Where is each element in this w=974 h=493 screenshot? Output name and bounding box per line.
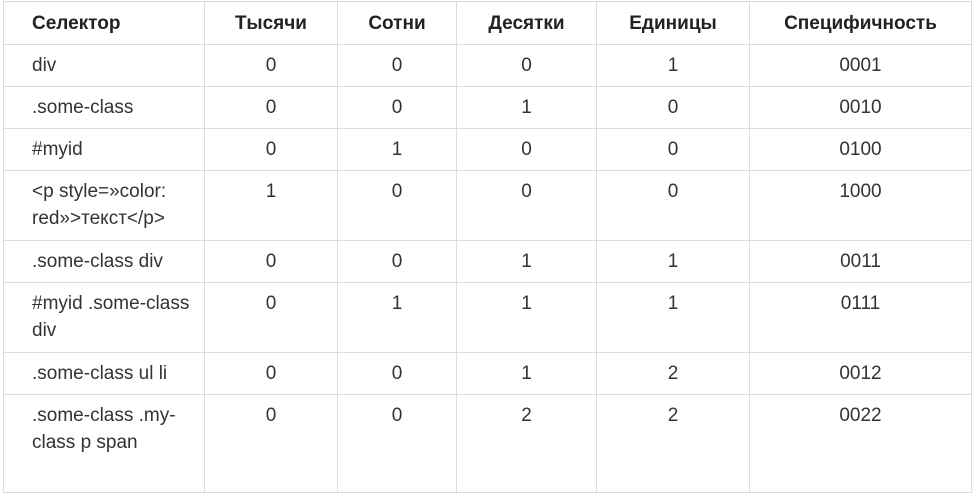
cell-units: 2 (596, 394, 750, 493)
cell-selector: .some-class div (3, 240, 205, 283)
cell-hundreds: 0 (337, 352, 457, 395)
cell-hundreds: 1 (337, 282, 457, 353)
cell-specificity: 0011 (749, 240, 972, 283)
header-thousands: Тысячи (204, 1, 338, 45)
cell-thousands: 0 (204, 282, 338, 353)
cell-thousands: 0 (204, 128, 338, 171)
cell-units: 0 (596, 128, 750, 171)
specificity-table-container: Селектор Тысячи Сотни Десятки Единицы Сп… (0, 0, 974, 493)
cell-selector: .some-class .my-class p span (3, 394, 205, 493)
cell-hundreds: 0 (337, 240, 457, 283)
specificity-table: Селектор Тысячи Сотни Десятки Единицы Сп… (3, 1, 972, 493)
table-row: <p style=»color: red»>текст</p> 1 0 0 0 … (3, 170, 972, 241)
cell-hundreds: 0 (337, 394, 457, 493)
cell-thousands: 0 (204, 240, 338, 283)
cell-tens: 0 (456, 128, 597, 171)
table-row: #myid 0 1 0 0 0100 (3, 128, 972, 171)
cell-units: 2 (596, 352, 750, 395)
cell-tens: 1 (456, 86, 597, 129)
cell-hundreds: 1 (337, 128, 457, 171)
table-header-row: Селектор Тысячи Сотни Десятки Единицы Сп… (3, 1, 972, 45)
cell-tens: 1 (456, 240, 597, 283)
cell-selector: <p style=»color: red»>текст</p> (3, 170, 205, 241)
cell-selector: #myid .some-class div (3, 282, 205, 353)
cell-thousands: 0 (204, 352, 338, 395)
cell-units: 1 (596, 44, 750, 87)
cell-selector: .some-class ul li (3, 352, 205, 395)
table-row: #myid .some-class div 0 1 1 1 0111 (3, 282, 972, 353)
cell-tens: 1 (456, 352, 597, 395)
table-row: div 0 0 0 1 0001 (3, 44, 972, 87)
cell-tens: 0 (456, 44, 597, 87)
cell-specificity: 1000 (749, 170, 972, 241)
cell-units: 1 (596, 240, 750, 283)
cell-specificity: 0012 (749, 352, 972, 395)
cell-thousands: 0 (204, 44, 338, 87)
cell-specificity: 0001 (749, 44, 972, 87)
cell-specificity: 0111 (749, 282, 972, 353)
cell-tens: 2 (456, 394, 597, 493)
cell-thousands: 0 (204, 86, 338, 129)
cell-tens: 0 (456, 170, 597, 241)
cell-selector: div (3, 44, 205, 87)
cell-units: 0 (596, 170, 750, 241)
header-specificity: Специфичность (749, 1, 972, 45)
header-hundreds: Сотни (337, 1, 457, 45)
cell-thousands: 0 (204, 394, 338, 493)
cell-selector: #myid (3, 128, 205, 171)
header-selector: Селектор (3, 1, 205, 45)
header-tens: Десятки (456, 1, 597, 45)
cell-specificity: 0022 (749, 394, 972, 493)
cell-tens: 1 (456, 282, 597, 353)
cell-specificity: 0010 (749, 86, 972, 129)
cell-units: 1 (596, 282, 750, 353)
header-units: Единицы (596, 1, 750, 45)
cell-hundreds: 0 (337, 170, 457, 241)
cell-selector: .some-class (3, 86, 205, 129)
table-row: .some-class ul li 0 0 1 2 0012 (3, 352, 972, 395)
cell-hundreds: 0 (337, 86, 457, 129)
cell-hundreds: 0 (337, 44, 457, 87)
table-row: .some-class .my-class p span 0 0 2 2 002… (3, 394, 972, 493)
table-row: .some-class 0 0 1 0 0010 (3, 86, 972, 129)
cell-thousands: 1 (204, 170, 338, 241)
cell-specificity: 0100 (749, 128, 972, 171)
table-row: .some-class div 0 0 1 1 0011 (3, 240, 972, 283)
cell-units: 0 (596, 86, 750, 129)
